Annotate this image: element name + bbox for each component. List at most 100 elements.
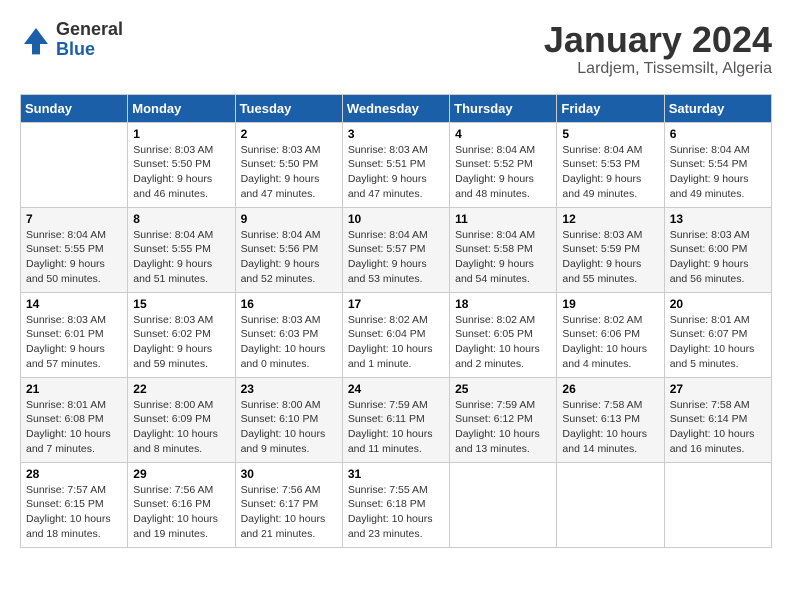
sunset-text: Sunset: 6:11 PM [348, 413, 425, 425]
sunrise-text: Sunrise: 8:03 AM [241, 314, 321, 326]
sunset-text: Sunset: 6:15 PM [26, 498, 104, 510]
sunset-text: Sunset: 5:50 PM [241, 158, 319, 170]
daylight-text: Daylight: 10 hours and 5 minutes. [670, 343, 755, 370]
sunrise-text: Sunrise: 8:04 AM [455, 144, 535, 156]
daylight-text: Daylight: 9 hours and 59 minutes. [133, 343, 212, 370]
sunset-text: Sunset: 6:00 PM [670, 243, 748, 255]
sunrise-text: Sunrise: 8:04 AM [133, 229, 213, 241]
sunset-text: Sunset: 6:06 PM [562, 328, 640, 340]
daylight-text: Daylight: 10 hours and 14 minutes. [562, 428, 647, 455]
calendar-cell: 15 Sunrise: 8:03 AM Sunset: 6:02 PM Dayl… [128, 292, 235, 377]
daylight-text: Daylight: 9 hours and 52 minutes. [241, 258, 320, 285]
sunrise-text: Sunrise: 7:57 AM [26, 484, 106, 496]
day-info: Sunrise: 8:04 AM Sunset: 5:55 PM Dayligh… [133, 228, 229, 287]
day-number: 17 [348, 297, 444, 311]
daylight-text: Daylight: 9 hours and 57 minutes. [26, 343, 105, 370]
day-number: 31 [348, 467, 444, 481]
col-tuesday: Tuesday [235, 94, 342, 122]
calendar-cell: 10 Sunrise: 8:04 AM Sunset: 5:57 PM Dayl… [342, 207, 449, 292]
sunset-text: Sunset: 6:01 PM [26, 328, 104, 340]
daylight-text: Daylight: 10 hours and 9 minutes. [241, 428, 326, 455]
daylight-text: Daylight: 9 hours and 50 minutes. [26, 258, 105, 285]
page-header: General Blue January 2024 Lardjem, Tisse… [20, 20, 772, 78]
sunset-text: Sunset: 6:14 PM [670, 413, 748, 425]
location-subtitle: Lardjem, Tissemsilt, Algeria [544, 60, 772, 78]
sunrise-text: Sunrise: 8:02 AM [562, 314, 642, 326]
calendar-cell: 7 Sunrise: 8:04 AM Sunset: 5:55 PM Dayli… [21, 207, 128, 292]
day-number: 9 [241, 212, 337, 226]
daylight-text: Daylight: 10 hours and 2 minutes. [455, 343, 540, 370]
day-info: Sunrise: 8:01 AM Sunset: 6:07 PM Dayligh… [670, 313, 766, 372]
logo-text: General Blue [56, 20, 123, 60]
calendar-week-row: 14 Sunrise: 8:03 AM Sunset: 6:01 PM Dayl… [21, 292, 772, 377]
sunset-text: Sunset: 5:57 PM [348, 243, 426, 255]
sunset-text: Sunset: 5:51 PM [348, 158, 426, 170]
title-section: January 2024 Lardjem, Tissemsilt, Algeri… [544, 20, 772, 78]
daylight-text: Daylight: 9 hours and 55 minutes. [562, 258, 641, 285]
sunset-text: Sunset: 5:59 PM [562, 243, 640, 255]
day-info: Sunrise: 8:04 AM Sunset: 5:57 PM Dayligh… [348, 228, 444, 287]
sunrise-text: Sunrise: 8:01 AM [26, 399, 106, 411]
calendar-cell: 2 Sunrise: 8:03 AM Sunset: 5:50 PM Dayli… [235, 122, 342, 207]
sunset-text: Sunset: 6:07 PM [670, 328, 748, 340]
daylight-text: Daylight: 10 hours and 21 minutes. [241, 513, 326, 540]
day-info: Sunrise: 8:04 AM Sunset: 5:55 PM Dayligh… [26, 228, 122, 287]
sunrise-text: Sunrise: 8:04 AM [562, 144, 642, 156]
calendar-cell: 3 Sunrise: 8:03 AM Sunset: 5:51 PM Dayli… [342, 122, 449, 207]
day-number: 20 [670, 297, 766, 311]
calendar-cell: 30 Sunrise: 7:56 AM Sunset: 6:17 PM Dayl… [235, 462, 342, 547]
logo-blue: Blue [56, 40, 123, 60]
daylight-text: Daylight: 9 hours and 47 minutes. [241, 173, 320, 200]
sunrise-text: Sunrise: 8:02 AM [455, 314, 535, 326]
calendar-cell: 31 Sunrise: 7:55 AM Sunset: 6:18 PM Dayl… [342, 462, 449, 547]
day-info: Sunrise: 8:04 AM Sunset: 5:53 PM Dayligh… [562, 143, 658, 202]
sunrise-text: Sunrise: 8:03 AM [241, 144, 321, 156]
daylight-text: Daylight: 10 hours and 11 minutes. [348, 428, 433, 455]
day-info: Sunrise: 7:56 AM Sunset: 6:17 PM Dayligh… [241, 483, 337, 542]
sunset-text: Sunset: 5:52 PM [455, 158, 533, 170]
sunset-text: Sunset: 6:17 PM [241, 498, 319, 510]
calendar-cell: 25 Sunrise: 7:59 AM Sunset: 6:12 PM Dayl… [450, 377, 557, 462]
logo-icon [20, 24, 52, 56]
day-info: Sunrise: 7:58 AM Sunset: 6:13 PM Dayligh… [562, 398, 658, 457]
day-number: 14 [26, 297, 122, 311]
day-info: Sunrise: 8:03 AM Sunset: 6:03 PM Dayligh… [241, 313, 337, 372]
sunset-text: Sunset: 5:54 PM [670, 158, 748, 170]
calendar-body: 1 Sunrise: 8:03 AM Sunset: 5:50 PM Dayli… [21, 122, 772, 547]
calendar-cell: 21 Sunrise: 8:01 AM Sunset: 6:08 PM Dayl… [21, 377, 128, 462]
sunset-text: Sunset: 5:53 PM [562, 158, 640, 170]
day-info: Sunrise: 8:04 AM Sunset: 5:58 PM Dayligh… [455, 228, 551, 287]
daylight-text: Daylight: 10 hours and 18 minutes. [26, 513, 111, 540]
calendar-cell: 18 Sunrise: 8:02 AM Sunset: 6:05 PM Dayl… [450, 292, 557, 377]
day-info: Sunrise: 7:57 AM Sunset: 6:15 PM Dayligh… [26, 483, 122, 542]
day-info: Sunrise: 7:55 AM Sunset: 6:18 PM Dayligh… [348, 483, 444, 542]
calendar-week-row: 1 Sunrise: 8:03 AM Sunset: 5:50 PM Dayli… [21, 122, 772, 207]
daylight-text: Daylight: 9 hours and 49 minutes. [562, 173, 641, 200]
daylight-text: Daylight: 9 hours and 54 minutes. [455, 258, 534, 285]
day-info: Sunrise: 8:03 AM Sunset: 6:01 PM Dayligh… [26, 313, 122, 372]
calendar-cell: 12 Sunrise: 8:03 AM Sunset: 5:59 PM Dayl… [557, 207, 664, 292]
daylight-text: Daylight: 10 hours and 7 minutes. [26, 428, 111, 455]
day-number: 10 [348, 212, 444, 226]
col-saturday: Saturday [664, 94, 771, 122]
calendar-table: Sunday Monday Tuesday Wednesday Thursday… [20, 94, 772, 548]
logo: General Blue [20, 20, 123, 60]
day-info: Sunrise: 7:59 AM Sunset: 6:12 PM Dayligh… [455, 398, 551, 457]
daylight-text: Daylight: 10 hours and 19 minutes. [133, 513, 218, 540]
calendar-cell [557, 462, 664, 547]
sunrise-text: Sunrise: 7:58 AM [670, 399, 750, 411]
day-info: Sunrise: 8:02 AM Sunset: 6:04 PM Dayligh… [348, 313, 444, 372]
day-info: Sunrise: 8:04 AM Sunset: 5:52 PM Dayligh… [455, 143, 551, 202]
day-info: Sunrise: 8:03 AM Sunset: 6:00 PM Dayligh… [670, 228, 766, 287]
day-number: 5 [562, 127, 658, 141]
day-info: Sunrise: 8:03 AM Sunset: 6:02 PM Dayligh… [133, 313, 229, 372]
sunset-text: Sunset: 5:58 PM [455, 243, 533, 255]
calendar-cell: 14 Sunrise: 8:03 AM Sunset: 6:01 PM Dayl… [21, 292, 128, 377]
day-info: Sunrise: 7:59 AM Sunset: 6:11 PM Dayligh… [348, 398, 444, 457]
daylight-text: Daylight: 9 hours and 46 minutes. [133, 173, 212, 200]
sunset-text: Sunset: 6:08 PM [26, 413, 104, 425]
calendar-week-row: 28 Sunrise: 7:57 AM Sunset: 6:15 PM Dayl… [21, 462, 772, 547]
sunset-text: Sunset: 5:55 PM [133, 243, 211, 255]
calendar-cell: 20 Sunrise: 8:01 AM Sunset: 6:07 PM Dayl… [664, 292, 771, 377]
sunset-text: Sunset: 5:50 PM [133, 158, 211, 170]
